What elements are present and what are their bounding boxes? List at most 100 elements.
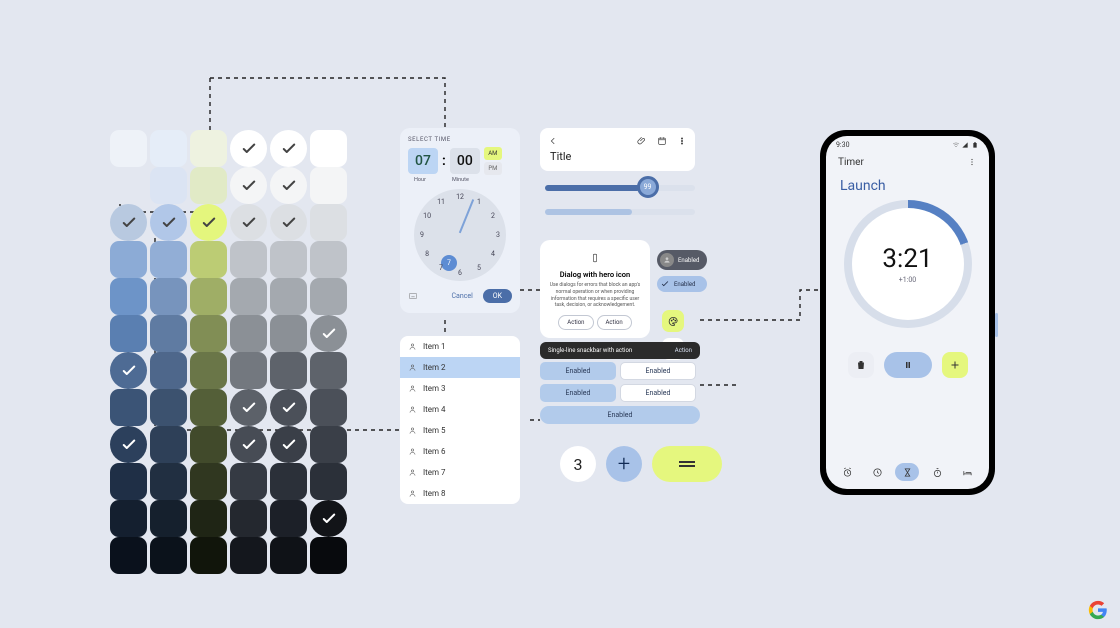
- swatch-11-0[interactable]: [110, 537, 147, 574]
- pm-toggle[interactable]: PM: [484, 162, 502, 175]
- equals-pill[interactable]: [652, 446, 722, 482]
- swatch-1-5[interactable]: [310, 167, 347, 204]
- swatch-5-4[interactable]: [270, 315, 307, 352]
- swatch-4-4[interactable]: [270, 278, 307, 315]
- clock-num-8[interactable]: 8: [421, 250, 433, 258]
- swatch-6-2[interactable]: [190, 352, 227, 389]
- swatch-7-1[interactable]: [150, 389, 187, 426]
- list-item[interactable]: Item 5: [400, 420, 520, 441]
- swatch-9-3[interactable]: [230, 463, 267, 500]
- swatch-0-1[interactable]: [150, 130, 187, 167]
- nav-bedtime[interactable]: [956, 463, 980, 481]
- list-item[interactable]: Item 6: [400, 441, 520, 462]
- swatch-2-3[interactable]: [230, 204, 267, 241]
- swatch-1-3[interactable]: [230, 167, 267, 204]
- swatch-1-4[interactable]: [270, 167, 307, 204]
- list-item[interactable]: Item 8: [400, 483, 520, 504]
- swatch-8-4[interactable]: [270, 426, 307, 463]
- swatch-0-2[interactable]: [190, 130, 227, 167]
- clock-num-2[interactable]: 2: [487, 212, 499, 220]
- snackbar-action[interactable]: Action: [675, 347, 692, 354]
- clock-num-1[interactable]: 1: [473, 198, 485, 206]
- swatch-3-5[interactable]: [310, 241, 347, 278]
- chip-enabled-dark[interactable]: Enabled: [657, 250, 707, 270]
- slider-1-value[interactable]: 99: [637, 176, 659, 198]
- swatch-9-4[interactable]: [270, 463, 307, 500]
- swatch-1-0[interactable]: [110, 167, 147, 204]
- hour-field[interactable]: 07: [408, 148, 438, 174]
- btn-enabled-1[interactable]: Enabled: [540, 362, 616, 380]
- clock-num-10[interactable]: 10: [421, 212, 433, 220]
- list-item[interactable]: Item 3: [400, 378, 520, 399]
- swatch-7-5[interactable]: [310, 389, 347, 426]
- swatch-2-0[interactable]: [110, 204, 147, 241]
- swatch-10-1[interactable]: [150, 500, 187, 537]
- swatch-11-1[interactable]: [150, 537, 187, 574]
- swatch-3-1[interactable]: [150, 241, 187, 278]
- am-toggle[interactable]: AM: [484, 147, 502, 160]
- swatch-8-5[interactable]: [310, 426, 347, 463]
- swatch-6-3[interactable]: [230, 352, 267, 389]
- clock-num-7[interactable]: 7: [435, 264, 447, 272]
- swatch-0-4[interactable]: [270, 130, 307, 167]
- swatch-5-0[interactable]: [110, 315, 147, 352]
- swatch-1-1[interactable]: [150, 167, 187, 204]
- slider-1[interactable]: 99: [545, 185, 695, 191]
- swatch-11-3[interactable]: [230, 537, 267, 574]
- calendar-icon[interactable]: [657, 136, 667, 146]
- swatch-6-5[interactable]: [310, 352, 347, 389]
- list-item[interactable]: Item 1: [400, 336, 520, 357]
- list-item[interactable]: Item 7: [400, 462, 520, 483]
- clock-num-3[interactable]: 3: [492, 231, 504, 239]
- swatch-6-4[interactable]: [270, 352, 307, 389]
- keyboard-icon[interactable]: [408, 291, 418, 301]
- swatch-3-3[interactable]: [230, 241, 267, 278]
- back-arrow-icon[interactable]: [548, 136, 558, 146]
- swatch-5-1[interactable]: [150, 315, 187, 352]
- swatch-2-4[interactable]: [270, 204, 307, 241]
- swatch-5-3[interactable]: [230, 315, 267, 352]
- dialog-action-1[interactable]: Action: [558, 315, 593, 330]
- swatch-10-3[interactable]: [230, 500, 267, 537]
- nav-clock[interactable]: [865, 463, 889, 481]
- swatch-4-3[interactable]: [230, 278, 267, 315]
- swatch-5-5[interactable]: [310, 315, 347, 352]
- swatch-4-0[interactable]: [110, 278, 147, 315]
- swatch-10-2[interactable]: [190, 500, 227, 537]
- timer-increment[interactable]: +1:00: [899, 276, 916, 284]
- list-item[interactable]: Item 2: [400, 357, 520, 378]
- btn-enabled-wide[interactable]: Enabled: [540, 406, 700, 424]
- nav-timer[interactable]: [895, 463, 919, 481]
- swatch-4-5[interactable]: [310, 278, 347, 315]
- swatch-3-4[interactable]: [270, 241, 307, 278]
- swatch-2-5[interactable]: [310, 204, 347, 241]
- swatch-7-2[interactable]: [190, 389, 227, 426]
- swatch-8-2[interactable]: [190, 426, 227, 463]
- nav-stopwatch[interactable]: [926, 463, 950, 481]
- swatch-0-5[interactable]: [310, 130, 347, 167]
- cancel-button[interactable]: Cancel: [447, 289, 476, 303]
- more-vert-icon[interactable]: [677, 136, 687, 146]
- add-timer-button[interactable]: [942, 352, 968, 378]
- swatch-6-0[interactable]: [110, 352, 147, 389]
- swatch-3-0[interactable]: [110, 241, 147, 278]
- clock-num-4[interactable]: 4: [487, 250, 499, 258]
- clock-num-9[interactable]: 9: [416, 231, 428, 239]
- minute-field[interactable]: 00: [450, 148, 480, 174]
- swatch-9-5[interactable]: [310, 463, 347, 500]
- slider-2[interactable]: [545, 209, 695, 215]
- clock-num-12[interactable]: 12: [454, 193, 466, 201]
- swatch-10-5[interactable]: [310, 500, 347, 537]
- swatch-0-3[interactable]: [230, 130, 267, 167]
- swatch-4-2[interactable]: [190, 278, 227, 315]
- delete-button[interactable]: [848, 352, 874, 378]
- clock-num-6[interactable]: 6: [454, 269, 466, 277]
- swatch-1-2[interactable]: [190, 167, 227, 204]
- swatch-7-4[interactable]: [270, 389, 307, 426]
- swatch-7-3[interactable]: [230, 389, 267, 426]
- plus-button[interactable]: +: [606, 446, 642, 482]
- swatch-8-0[interactable]: [110, 426, 147, 463]
- swatch-3-2[interactable]: [190, 241, 227, 278]
- swatch-2-2[interactable]: [190, 204, 227, 241]
- swatch-8-3[interactable]: [230, 426, 267, 463]
